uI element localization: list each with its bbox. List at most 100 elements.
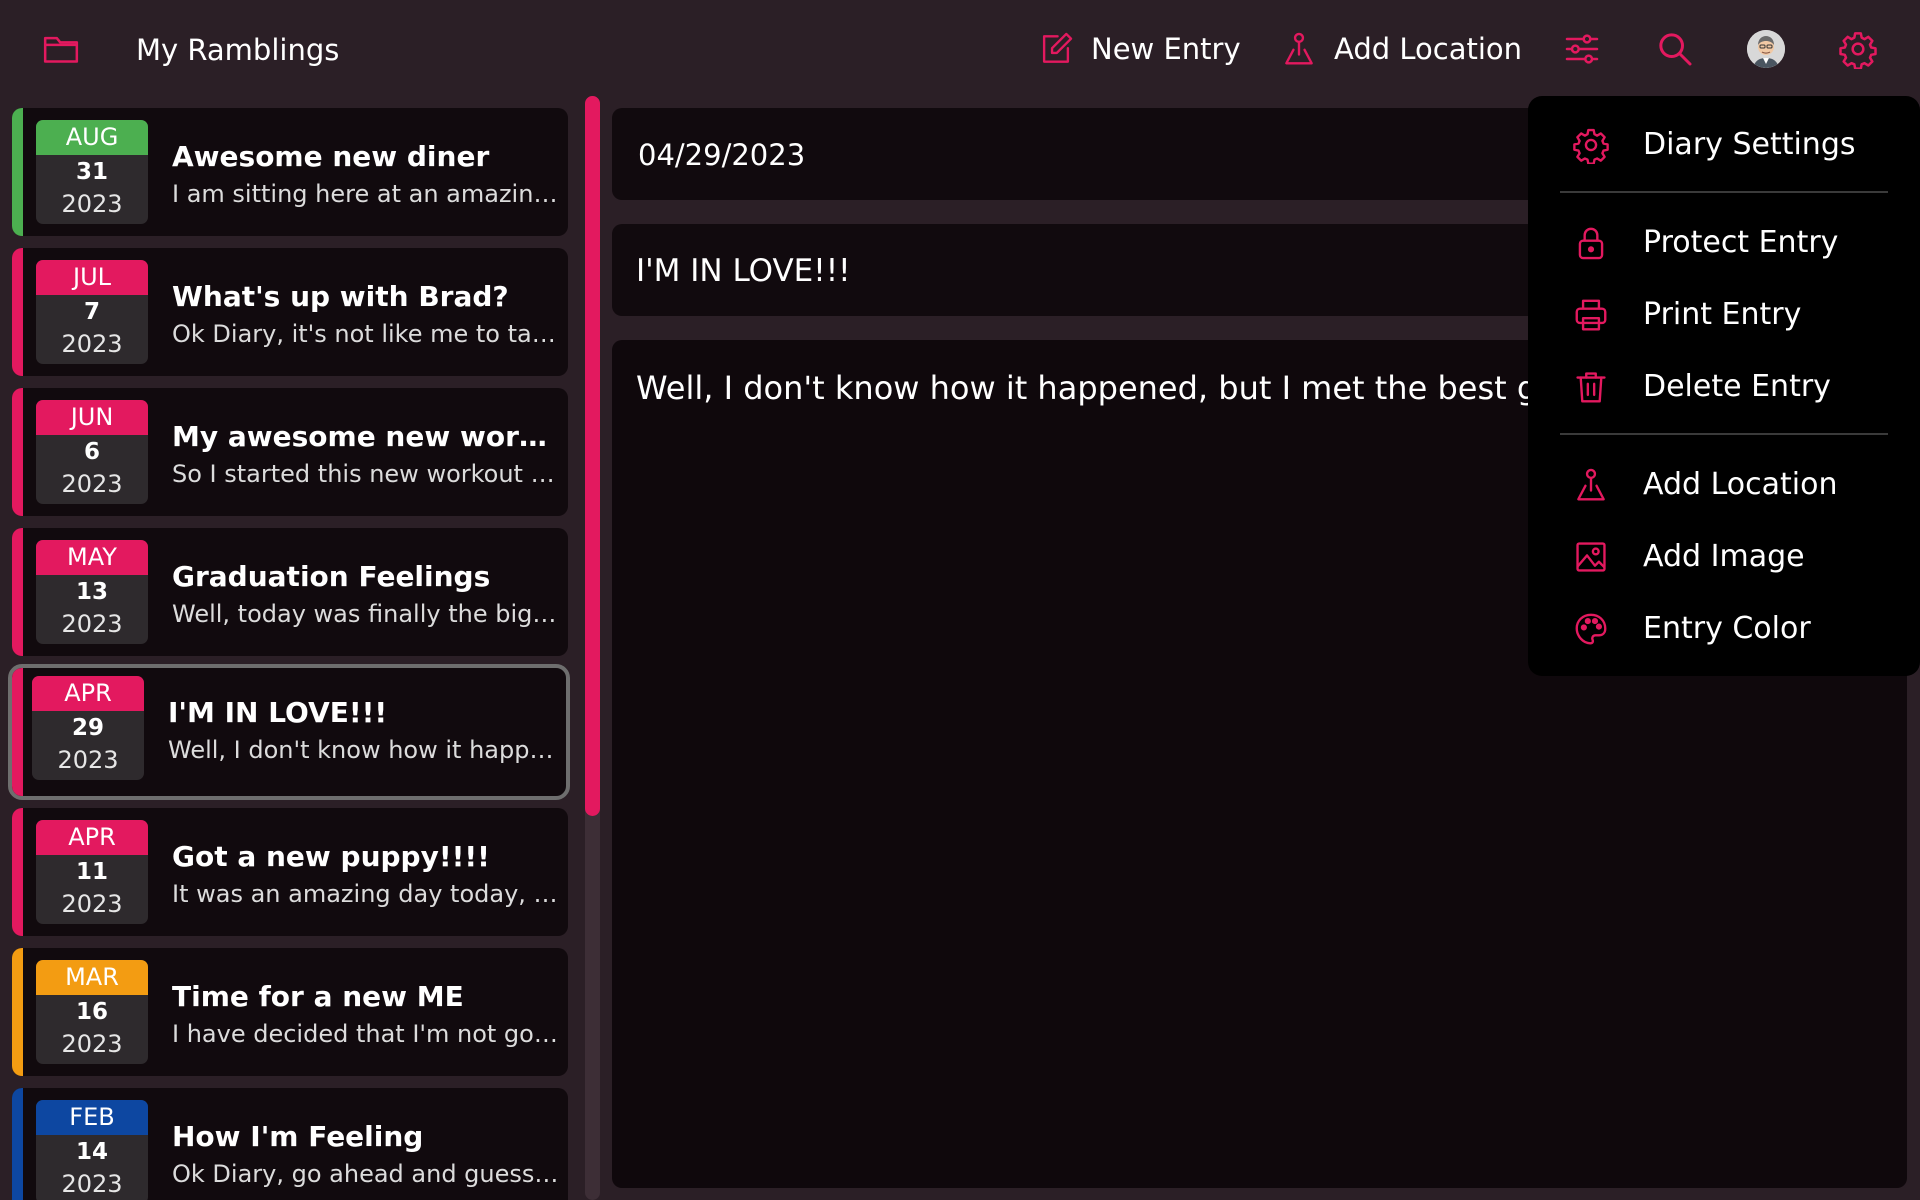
entry-month: JUL	[36, 260, 148, 295]
printer-icon	[1575, 299, 1607, 331]
entry-date-badge: MAY 13 2023	[36, 540, 148, 644]
entry-title-value: I'M IN LOVE!!!	[636, 253, 851, 289]
entry-day: 31	[75, 159, 108, 185]
entry-day: 29	[71, 715, 104, 741]
menu-item-entry-color[interactable]: Entry Color	[1528, 599, 1920, 659]
app-title: My Ramblings	[136, 33, 340, 67]
entry-card[interactable]: AUG 31 2023 Awesome new diner I am sitti…	[12, 108, 568, 236]
entry-month: FEB	[36, 1100, 148, 1135]
entry-title: My awesome new workout routine	[172, 420, 562, 453]
entry-month: MAY	[36, 540, 148, 575]
entry-color-stripe	[12, 248, 23, 376]
menu-item-label: Add Location	[1643, 467, 1838, 502]
entry-color-stripe	[12, 668, 23, 796]
entry-color-stripe	[12, 948, 23, 1076]
entry-month: JUN	[36, 400, 148, 435]
menu-divider	[1560, 191, 1888, 193]
folder-icon[interactable]	[41, 29, 81, 69]
entry-list-scrollbar-thumb[interactable]	[585, 96, 600, 816]
entry-date-value: 04/29/2023	[638, 138, 806, 172]
menu-item-add-image[interactable]: Add Image	[1528, 527, 1920, 587]
entry-date-badge: JUL 7 2023	[36, 260, 148, 364]
entry-title: Awesome new diner	[172, 140, 490, 173]
entry-day: 16	[75, 999, 108, 1025]
entry-title: Graduation Feelings	[172, 560, 491, 593]
entry-snippet: It was an amazing day today, as we went	[172, 880, 562, 908]
entry-color-stripe	[12, 1088, 23, 1200]
entry-snippet: Well, I don't know how it happened, but	[168, 736, 558, 764]
entry-month: MAR	[36, 960, 148, 995]
image-icon	[1576, 542, 1606, 572]
user-avatar-icon	[1747, 30, 1785, 68]
menu-item-label: Add Image	[1643, 539, 1805, 574]
entry-year: 2023	[57, 746, 119, 774]
entry-day: 7	[83, 299, 100, 325]
entry-snippet: So I started this new workout routine	[172, 460, 562, 488]
entry-day: 11	[75, 859, 108, 885]
gear-icon	[1573, 128, 1609, 164]
entry-date-badge: FEB 14 2023	[36, 1100, 148, 1200]
entry-card[interactable]: MAR 16 2023 Time for a new ME I have dec…	[12, 948, 568, 1076]
add-location-button[interactable]: Add Location	[1280, 26, 1522, 72]
entry-year: 2023	[61, 330, 123, 358]
search-icon[interactable]	[1655, 29, 1695, 69]
menu-item-delete-entry[interactable]: Delete Entry	[1528, 357, 1920, 417]
new-entry-button[interactable]: New Entry	[1037, 26, 1241, 72]
gear-icon[interactable]	[1838, 29, 1878, 69]
entry-card[interactable]: JUL 7 2023 What's up with Brad? Ok Diary…	[12, 248, 568, 376]
entry-title: How I'm Feeling	[172, 1120, 424, 1153]
entry-year: 2023	[61, 190, 123, 218]
location-pin-icon	[1577, 468, 1605, 501]
entry-snippet: Well, today was finally the big graduati…	[172, 600, 562, 628]
menu-item-add-location[interactable]: Add Location	[1528, 455, 1920, 515]
entry-date-badge: JUN 6 2023	[36, 400, 148, 504]
menu-item-label: Entry Color	[1643, 611, 1811, 646]
entry-year: 2023	[61, 1030, 123, 1058]
entry-color-stripe	[12, 528, 23, 656]
entry-list[interactable]: AUG 31 2023 Awesome new diner I am sitti…	[0, 98, 600, 1200]
entry-month: AUG	[36, 120, 148, 155]
entry-card[interactable]: FEB 14 2023 How I'm Feeling Ok Diary, go…	[12, 1088, 568, 1200]
entry-title: What's up with Brad?	[172, 280, 509, 313]
sliders-icon[interactable]	[1562, 29, 1602, 69]
entry-color-stripe	[12, 108, 23, 236]
entry-card[interactable]: APR 11 2023 Got a new puppy!!!! It was a…	[12, 808, 568, 936]
menu-item-label: Diary Settings	[1643, 127, 1856, 162]
entry-snippet: I have decided that I'm not going to	[172, 1020, 562, 1048]
entry-snippet: Ok Diary, go ahead and guess what	[172, 1160, 562, 1188]
top-bar: My Ramblings New Entry Add Location	[0, 0, 1920, 98]
entry-date-badge: APR 29 2023	[32, 676, 144, 780]
location-pin-icon	[1285, 32, 1313, 65]
entry-date-badge: APR 11 2023	[36, 820, 148, 924]
settings-dropdown-menu: Diary Settings Protect Entry Print Entry	[1528, 96, 1920, 676]
menu-item-protect-entry[interactable]: Protect Entry	[1528, 213, 1920, 273]
entry-day: 14	[75, 1139, 108, 1165]
entry-snippet: Ok Diary, it's not like me to talk about	[172, 320, 562, 348]
entry-card[interactable]: MAY 13 2023 Graduation Feelings Well, to…	[12, 528, 568, 656]
entry-color-stripe	[12, 388, 23, 516]
trash-icon	[1576, 372, 1606, 403]
add-location-label: Add Location	[1334, 32, 1523, 66]
entry-card[interactable]: JUN 6 2023 My awesome new workout routin…	[12, 388, 568, 516]
entry-card-selected[interactable]: APR 29 2023 I'M IN LOVE!!! Well, I don't…	[8, 664, 570, 800]
avatar[interactable]	[1747, 30, 1785, 68]
entry-title: I'M IN LOVE!!!	[168, 696, 388, 729]
menu-item-label: Protect Entry	[1643, 225, 1839, 260]
lock-icon	[1578, 227, 1604, 260]
entry-year: 2023	[61, 470, 123, 498]
entry-color-stripe	[12, 808, 23, 936]
menu-item-label: Print Entry	[1643, 297, 1802, 332]
menu-divider	[1560, 433, 1888, 435]
edit-icon	[1042, 32, 1073, 63]
diary-app: My Ramblings New Entry Add Location AUG …	[0, 0, 1920, 1200]
palette-icon	[1575, 613, 1607, 645]
entry-day: 13	[75, 579, 108, 605]
menu-item-label: Delete Entry	[1643, 369, 1831, 404]
entry-date-badge: AUG 31 2023	[36, 120, 148, 224]
menu-item-print-entry[interactable]: Print Entry	[1528, 285, 1920, 345]
menu-item-diary-settings[interactable]: Diary Settings	[1528, 115, 1920, 175]
entry-day: 6	[83, 439, 100, 465]
entry-year: 2023	[61, 890, 123, 918]
entry-month: APR	[32, 676, 144, 711]
new-entry-label: New Entry	[1091, 32, 1241, 66]
